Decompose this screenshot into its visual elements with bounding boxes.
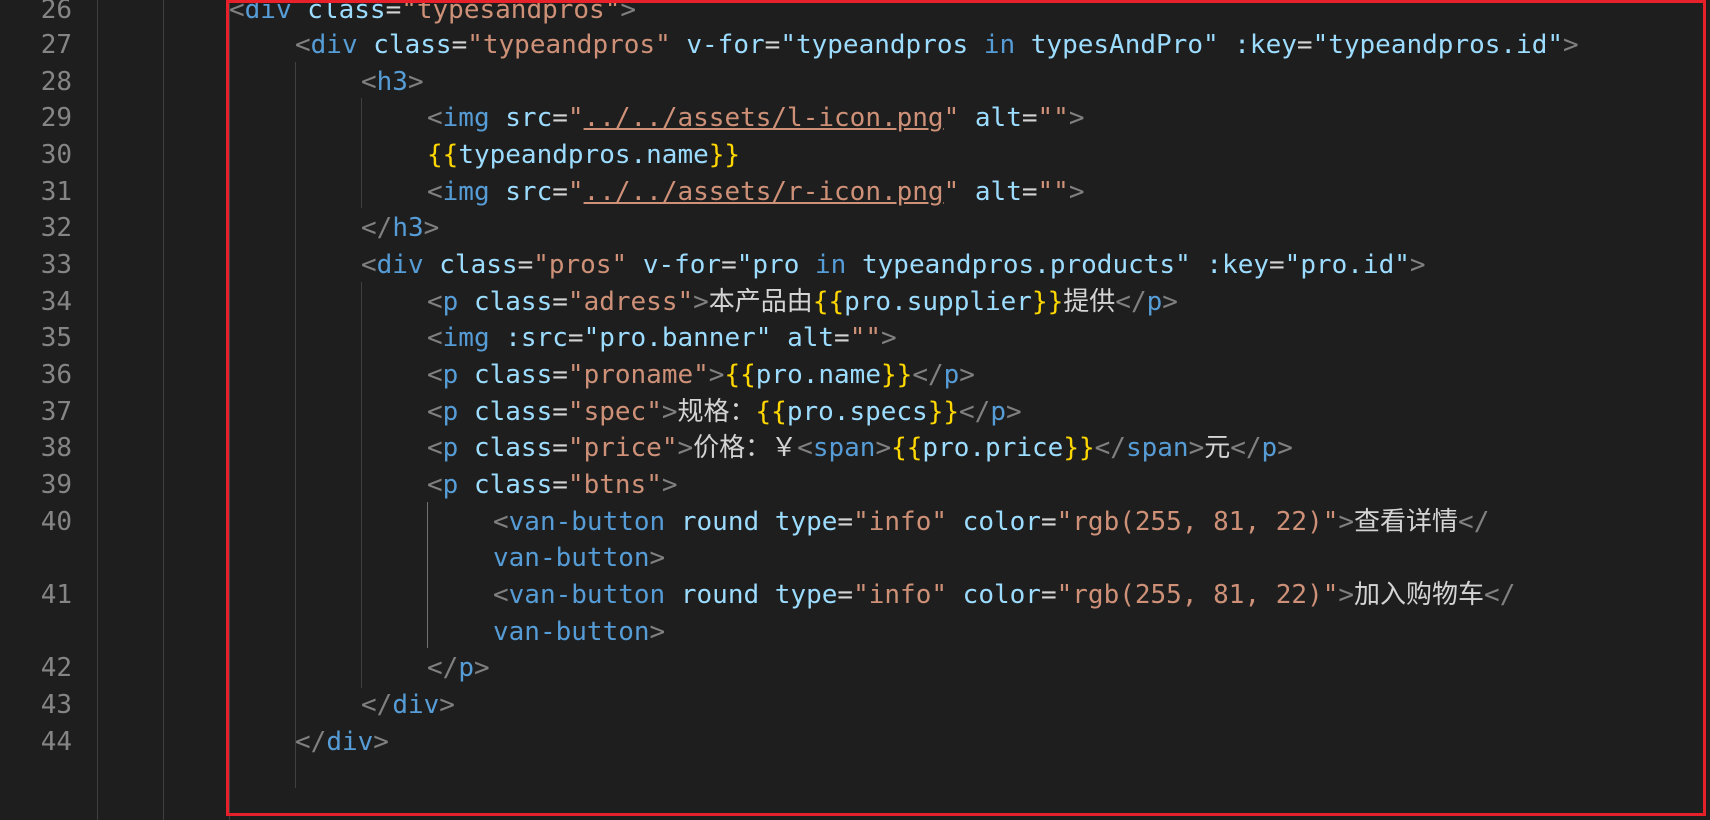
code-line-27[interactable]: <div class="typeandpros" v-for="typeandp… [295, 25, 1579, 65]
indent-guide [229, 0, 230, 820]
indent-guide [427, 502, 428, 648]
line-number: 28 [40, 67, 72, 97]
code-line-33[interactable]: <div class="pros" v-for="pro in typeandp… [361, 245, 1426, 285]
code-line-28[interactable]: <h3> [361, 62, 424, 102]
indent-guide [97, 0, 98, 820]
line-number: 38 [40, 433, 72, 463]
line-number: 40 [40, 507, 72, 537]
code-line-40-wrap[interactable]: van-button> [493, 538, 665, 578]
line-number: 36 [40, 360, 72, 390]
line-number: 35 [40, 323, 72, 353]
code-line-32[interactable]: </h3> [361, 208, 439, 248]
code-line-36[interactable]: <p class="proname">{{pro.name}}</p> [427, 355, 975, 395]
link-l-icon[interactable]: ../../assets/l-icon.png [584, 103, 944, 133]
code-line-44[interactable]: </div> [295, 722, 389, 762]
code-line-41-wrap[interactable]: van-button> [493, 612, 665, 652]
indent-guide [295, 62, 296, 788]
code-line-31[interactable]: <img src="../../assets/r-icon.png" alt="… [427, 172, 1085, 212]
line-number: 31 [40, 177, 72, 207]
line-number: 32 [40, 213, 72, 243]
code-line-42[interactable]: </p> [427, 648, 490, 688]
code-editor[interactable]: 26 27 28 29 30 31 32 33 34 35 36 37 38 3… [0, 0, 1710, 820]
code-line-41[interactable]: <van-button round type="info" color="rgb… [493, 575, 1515, 615]
code-line-29[interactable]: <img src="../../assets/l-icon.png" alt="… [427, 98, 1085, 138]
line-number: 30 [40, 140, 72, 170]
indent-guide [361, 282, 362, 688]
code-line-30[interactable]: {{typeandpros.name}} [427, 135, 740, 175]
line-number: 33 [40, 250, 72, 280]
line-number: 43 [40, 690, 72, 720]
code-line-40[interactable]: <van-button round type="info" color="rgb… [493, 502, 1489, 542]
line-number: 34 [40, 287, 72, 317]
code-line-43[interactable]: </div> [361, 685, 455, 725]
indent-guide [163, 0, 164, 820]
line-number: 27 [40, 30, 72, 60]
code-line-37[interactable]: <p class="spec">规格：{{pro.specs}}</p> [427, 392, 1022, 432]
code-line-38[interactable]: <p class="price">价格：￥<span>{{pro.price}}… [427, 428, 1293, 468]
line-number: 29 [40, 103, 72, 133]
code-line-35[interactable]: <img :src="pro.banner" alt=""> [427, 318, 897, 358]
line-number: 42 [40, 653, 72, 683]
line-number: 39 [40, 470, 72, 500]
code-line-39[interactable]: <p class="btns"> [427, 465, 678, 505]
code-line-34[interactable]: <p class="adress">本产品由{{pro.supplier}}提供… [427, 282, 1178, 322]
indent-guide [361, 98, 362, 208]
link-r-icon[interactable]: ../../assets/r-icon.png [584, 177, 944, 207]
line-number: 44 [40, 727, 72, 757]
line-number: 41 [40, 580, 72, 610]
line-number: 37 [40, 397, 72, 427]
